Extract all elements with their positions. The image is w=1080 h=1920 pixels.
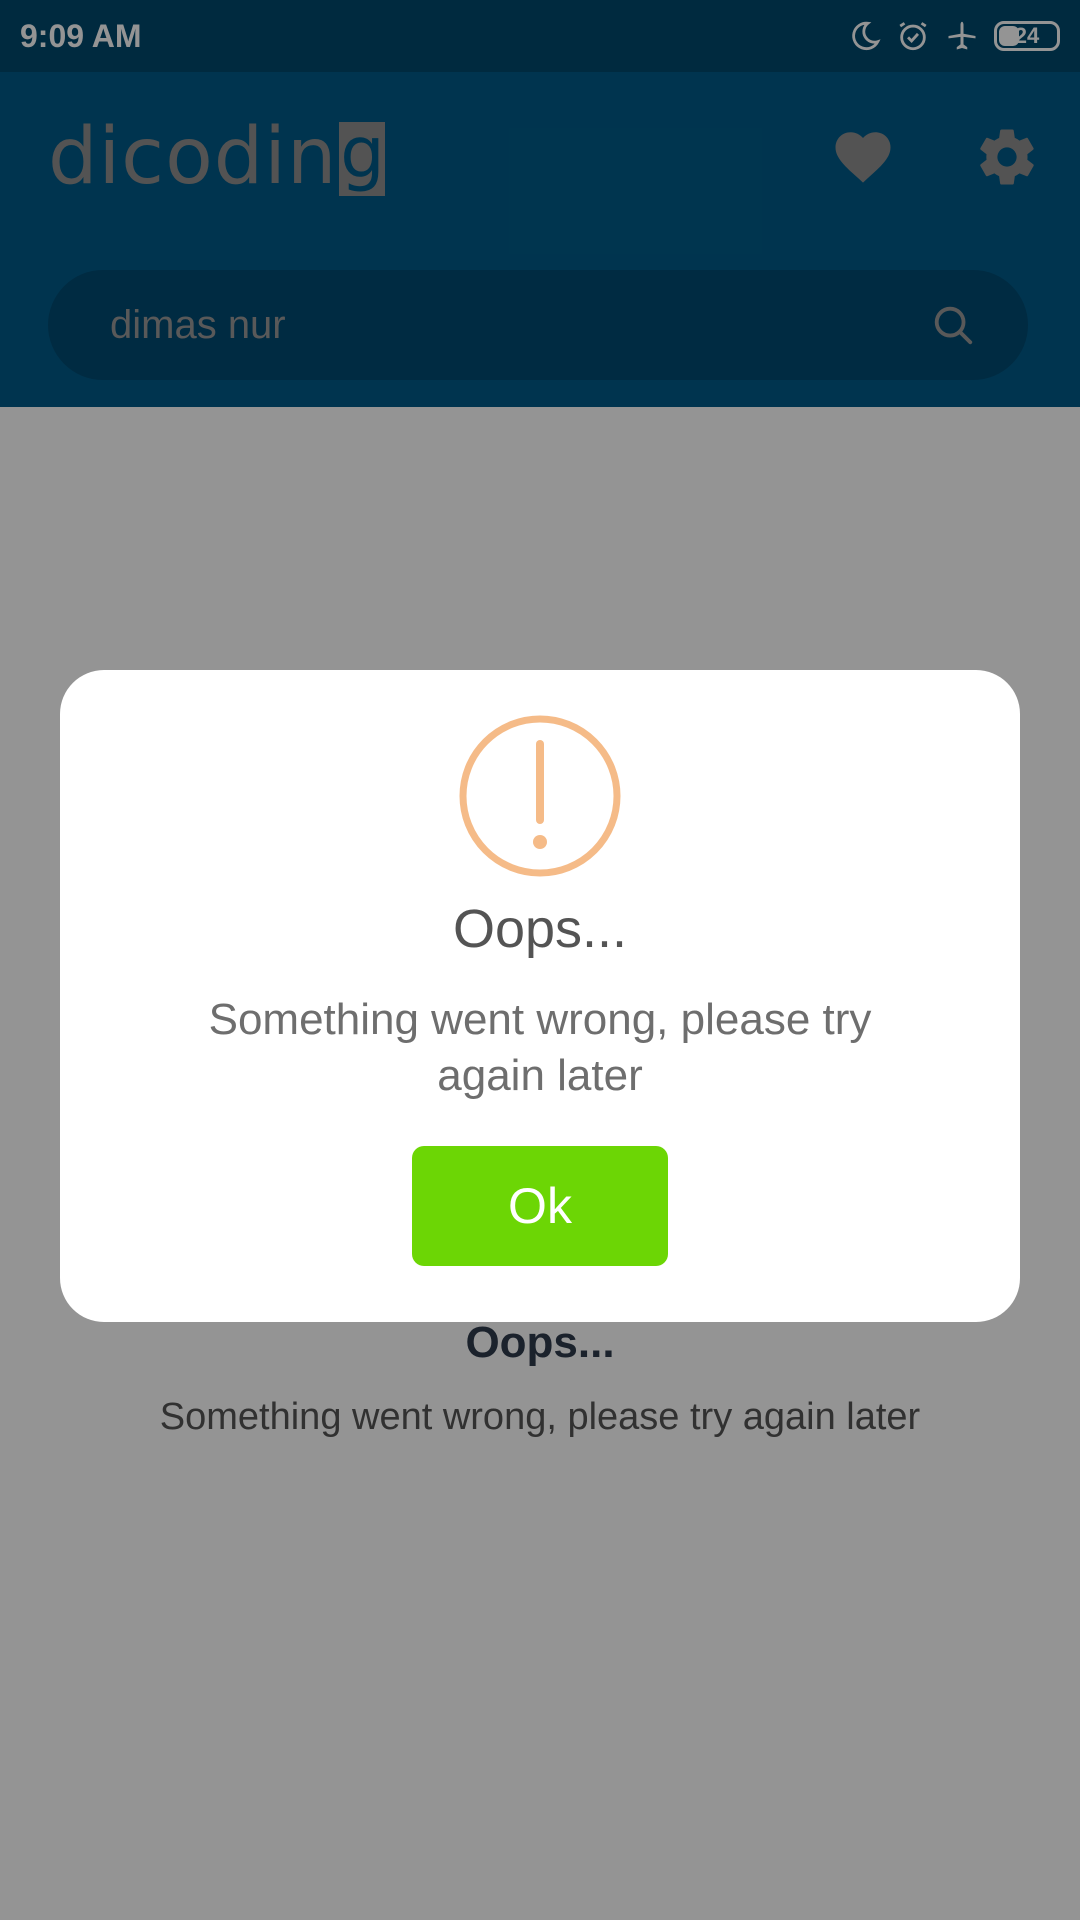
- error-dialog: Oops... Something went wrong, please try…: [60, 670, 1020, 1322]
- warning-icon: [459, 715, 621, 877]
- dialog-title: Oops...: [452, 899, 628, 959]
- dialog-message: Something went wrong, please try again l…: [208, 995, 872, 1100]
- ok-button[interactable]: Ok: [412, 1146, 668, 1266]
